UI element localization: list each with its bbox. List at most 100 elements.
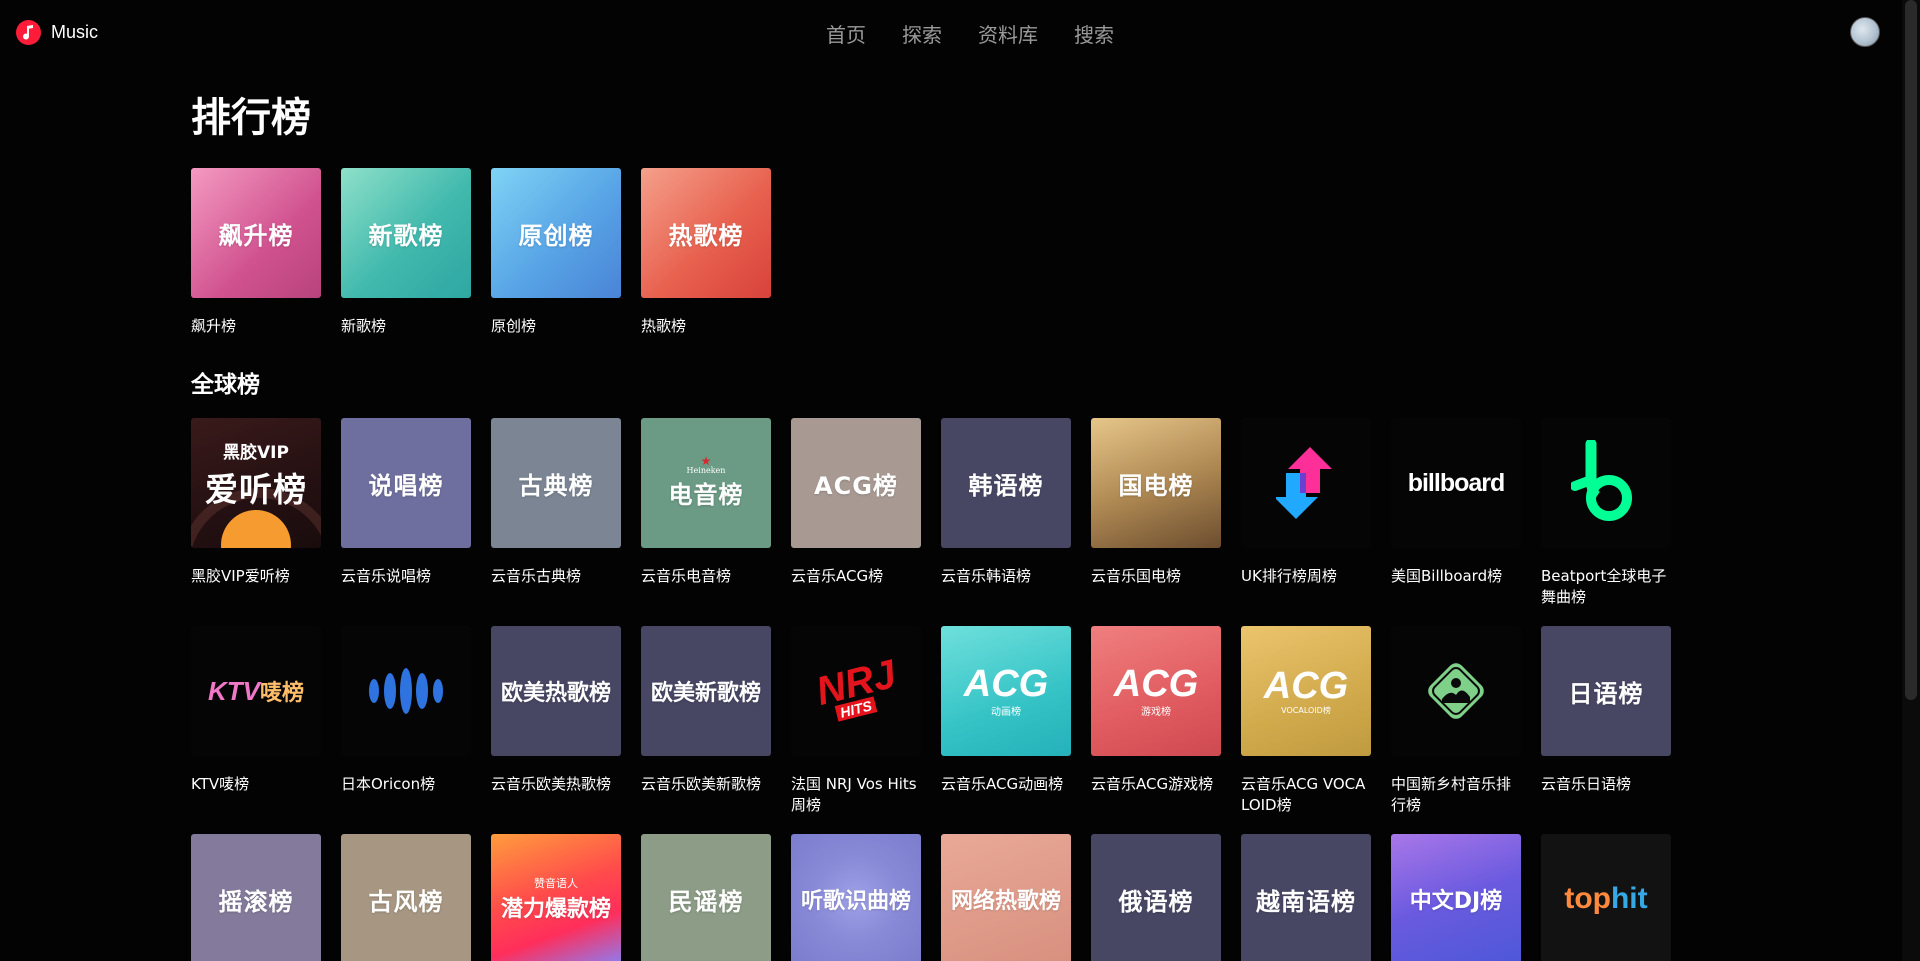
chart-title: 日本Oricon榜: [341, 775, 436, 793]
chart-title: 云音乐ACG VOCALOID榜: [1241, 775, 1366, 814]
chart-card-ktv[interactable]: KTV 唛榜 KTV唛榜: [191, 626, 321, 820]
potential-sub: 赞音语人: [534, 877, 578, 890]
chart-card-acg-vocaloid[interactable]: ACG VOCALOID榜 云音乐ACG VOCALOID榜: [1241, 626, 1371, 820]
chart-cover: 说唱榜: [341, 418, 471, 548]
chart-card-beatport[interactable]: Beatport全球电子舞曲榜: [1541, 418, 1671, 612]
chart-cover: ACG 动画榜: [941, 626, 1071, 756]
brand[interactable]: Music: [16, 20, 98, 45]
chart-cover: ★ Heineken 电音榜: [641, 418, 771, 548]
chart-card-country[interactable]: 中国新乡村音乐排行榜: [1391, 626, 1521, 820]
chart-card-russian[interactable]: 俄语榜: [1091, 834, 1221, 961]
ktv-label: 唛榜: [259, 681, 304, 706]
chart-card-acg-anime[interactable]: ACG 动画榜 云音乐ACG动画榜: [941, 626, 1071, 820]
chart-card-potential[interactable]: 赞音语人 潜力爆款榜: [491, 834, 621, 961]
chart-cover: [1241, 418, 1371, 548]
chart-title: 新歌榜: [341, 317, 387, 335]
acg-sub: 游戏榜: [1141, 706, 1171, 718]
chart-title: KTV唛榜: [191, 775, 250, 793]
chart-title: 云音乐电音榜: [641, 567, 732, 585]
chart-title: 美国Billboard榜: [1391, 567, 1503, 585]
chart-title: Beatport全球电子舞曲榜: [1541, 567, 1667, 606]
chart-card-chinese-dj[interactable]: 中文DJ榜: [1391, 834, 1521, 961]
main-nav: 首页 探索 资料库 搜索: [826, 19, 1114, 48]
chart-card-song-recognition[interactable]: 听歌识曲榜: [791, 834, 921, 961]
chart-card-rock[interactable]: 摇滚榜: [191, 834, 321, 961]
scrollbar-thumb[interactable]: [1905, 0, 1917, 700]
chart-cover: 古典榜: [491, 418, 621, 548]
nav-home[interactable]: 首页: [826, 19, 866, 48]
chart-card-nrj[interactable]: NRJ HITS 法国 NRJ Vos Hits 周榜: [791, 626, 921, 820]
chart-card-folk[interactable]: 民谣榜: [641, 834, 771, 961]
acg-logo: ACG: [963, 662, 1049, 705]
chart-cover: 飙升榜: [191, 168, 321, 298]
chart-cover: NRJ HITS: [791, 626, 921, 756]
chart-card-rap[interactable]: 说唱榜 云音乐说唱榜: [341, 418, 471, 612]
chart-card-tophit[interactable]: top hit: [1541, 834, 1671, 961]
chart-card-guodian[interactable]: 国电榜 云音乐国电榜: [1091, 418, 1221, 612]
scrollbar[interactable]: [1902, 0, 1920, 961]
chart-cover: 日语榜: [1541, 626, 1671, 756]
chart-title: 飙升榜: [191, 317, 237, 335]
chart-cover: 欧美热歌榜: [491, 626, 621, 756]
chart-card-internet-hot[interactable]: 网络热歌榜: [941, 834, 1071, 961]
chart-card-uk[interactable]: UK排行榜周榜: [1241, 418, 1371, 612]
ktv-logo: KTV: [207, 675, 260, 706]
chart-card-vietnamese[interactable]: 越南语榜: [1241, 834, 1371, 961]
charts-page: 排行榜 飙升榜 飙升榜 新歌榜 新歌榜 原创榜 原创榜 热歌榜 热歌榜 全球榜 …: [191, 90, 1691, 961]
chart-card-billboard[interactable]: billboard 美国Billboard榜: [1391, 418, 1521, 612]
chart-card-japanese[interactable]: 日语榜 云音乐日语榜: [1541, 626, 1671, 820]
chart-card-ancient-style[interactable]: 古风榜: [341, 834, 471, 961]
nav-library[interactable]: 资料库: [978, 19, 1038, 48]
chart-cover: [341, 626, 471, 756]
chart-title: 云音乐国电榜: [1091, 567, 1182, 585]
global-charts-row-2: KTV 唛榜 KTV唛榜 日本Oricon榜 欧美热歌榜 云音乐欧美热歌榜 欧美…: [191, 626, 1691, 820]
avatar[interactable]: [1850, 17, 1880, 47]
nav-explore[interactable]: 探索: [902, 19, 942, 48]
chart-card-classical[interactable]: 古典榜 云音乐古典榜: [491, 418, 621, 612]
chart-title: 云音乐说唱榜: [341, 567, 432, 585]
chart-title: 中国新乡村音乐排行榜: [1391, 775, 1512, 814]
chart-card-soaring[interactable]: 飙升榜 飙升榜: [191, 168, 321, 356]
chart-card-new[interactable]: 新歌榜 新歌榜: [341, 168, 471, 356]
chart-title: 云音乐ACG榜: [791, 567, 884, 585]
chart-title: 云音乐日语榜: [1541, 775, 1632, 793]
chart-card-korean[interactable]: 韩语榜 云音乐韩语榜: [941, 418, 1071, 612]
chart-title: 原创榜: [491, 317, 537, 335]
chart-title: 云音乐ACG游戏榜: [1091, 775, 1214, 793]
chart-title: 云音乐ACG动画榜: [941, 775, 1064, 793]
chart-card-oricon[interactable]: 日本Oricon榜: [341, 626, 471, 820]
chart-cover: 听歌识曲榜: [791, 834, 921, 961]
chart-cover: 韩语榜: [941, 418, 1071, 548]
beatport-logo-icon: [1571, 440, 1632, 521]
chart-card-western-hot[interactable]: 欧美热歌榜 云音乐欧美热歌榜: [491, 626, 621, 820]
chart-title: 法国 NRJ Vos Hits 周榜: [791, 775, 917, 814]
acg-logo: ACG: [1113, 662, 1199, 705]
chart-title: 黑胶VIP爱听榜: [191, 567, 290, 585]
chart-card-vinyl-vip[interactable]: 黑胶VIP 爱听榜 黑胶VIP爱听榜: [191, 418, 321, 612]
vinyl-vip-brand: 黑胶VIP: [223, 442, 289, 463]
chart-cover: 赞音语人 潜力爆款榜: [491, 834, 621, 961]
chart-cover: 欧美新歌榜: [641, 626, 771, 756]
chart-card-acg-game[interactable]: ACG 游戏榜 云音乐ACG游戏榜: [1091, 626, 1221, 820]
vinyl-vip-label: 爱听榜: [205, 469, 307, 509]
chart-card-acg[interactable]: ACG榜 云音乐ACG榜: [791, 418, 921, 612]
acg-logo: ACG: [1263, 664, 1349, 707]
chart-card-original[interactable]: 原创榜 原创榜: [491, 168, 621, 356]
chart-card-electronic[interactable]: ★ Heineken 电音榜 云音乐电音榜: [641, 418, 771, 612]
chart-cover: 热歌榜: [641, 168, 771, 298]
chart-cover: 中文DJ榜: [1391, 834, 1521, 961]
chart-cover: 摇滚榜: [191, 834, 321, 961]
page-title: 排行榜: [191, 95, 311, 141]
app-name: Music: [51, 22, 99, 42]
chart-title: 云音乐欧美热歌榜: [491, 775, 612, 793]
uk-chart-arrows-icon: [1276, 447, 1332, 519]
nav-search[interactable]: 搜索: [1074, 19, 1114, 48]
acg-sub: 动画榜: [991, 706, 1021, 718]
chart-title: 云音乐欧美新歌榜: [641, 775, 762, 793]
chart-card-hot[interactable]: 热歌榜 热歌榜: [641, 168, 771, 356]
chart-card-western-new[interactable]: 欧美新歌榜 云音乐欧美新歌榜: [641, 626, 771, 820]
soundwave-icon: [369, 668, 443, 714]
chart-cover: top hit: [1541, 834, 1671, 961]
country-badge-icon: [1428, 663, 1484, 719]
chart-cover: 古风榜: [341, 834, 471, 961]
